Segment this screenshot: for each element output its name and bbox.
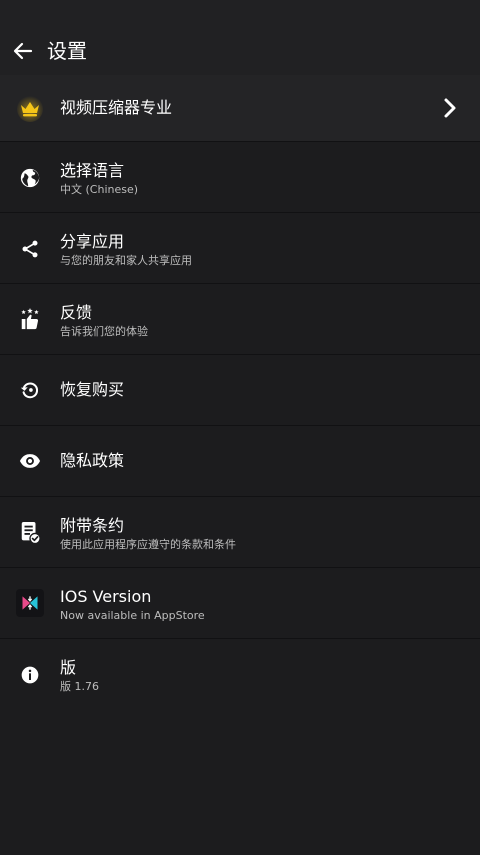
ios-version-row[interactable]: IOS Version Now available in AppStore <box>0 568 480 639</box>
globe-icon <box>16 164 44 192</box>
feedback-subtitle: 告诉我们您的体验 <box>60 325 148 338</box>
language-subtitle: 中文 (Chinese) <box>60 183 139 196</box>
app-logo-icon <box>16 589 44 617</box>
pro-title: 视频压缩器专业 <box>60 98 173 117</box>
feedback-title: 反馈 <box>60 303 93 322</box>
version-title: 版 <box>60 658 77 677</box>
settings-list: 视频压缩器专业 选择语言 中文 (Chinese) 分享应用 与您的朋友和家人共… <box>0 75 480 709</box>
privacy-title: 隐私政策 <box>60 451 125 470</box>
pro-upgrade-row[interactable]: 视频压缩器专业 <box>0 75 480 142</box>
privacy-row[interactable]: 隐私政策 <box>0 426 480 497</box>
chevron-right-icon <box>444 98 456 118</box>
thumbs-up-stars-icon <box>16 305 44 333</box>
arrow-left-icon <box>13 42 33 60</box>
info-icon <box>16 661 44 689</box>
back-button[interactable] <box>8 34 38 68</box>
terms-row[interactable]: 附带条约 使用此应用程序应遵守的条款和条件 <box>0 497 480 568</box>
ios-version-subtitle: Now available in AppStore <box>60 609 205 622</box>
share-row[interactable]: 分享应用 与您的朋友和家人共享应用 <box>0 213 480 284</box>
restore-icon <box>16 376 44 404</box>
eye-icon <box>16 447 44 475</box>
version-row[interactable]: 版 版 1.76 <box>0 639 480 709</box>
document-check-icon <box>16 519 44 547</box>
share-subtitle: 与您的朋友和家人共享应用 <box>60 254 192 267</box>
page-title: 设置 <box>47 39 87 63</box>
restore-purchase-row[interactable]: 恢复购买 <box>0 355 480 426</box>
language-title: 选择语言 <box>60 161 125 180</box>
restore-title: 恢复购买 <box>60 380 125 399</box>
terms-subtitle: 使用此应用程序应遵守的条款和条件 <box>60 538 236 551</box>
version-subtitle: 版 1.76 <box>60 680 99 693</box>
crown-icon <box>16 94 44 122</box>
ios-version-title: IOS Version <box>60 587 152 606</box>
share-icon <box>16 235 44 263</box>
terms-title: 附带条约 <box>60 516 125 535</box>
feedback-row[interactable]: 反馈 告诉我们您的体验 <box>0 284 480 355</box>
app-header: 设置 <box>0 0 480 75</box>
language-row[interactable]: 选择语言 中文 (Chinese) <box>0 142 480 213</box>
share-title: 分享应用 <box>60 232 125 251</box>
